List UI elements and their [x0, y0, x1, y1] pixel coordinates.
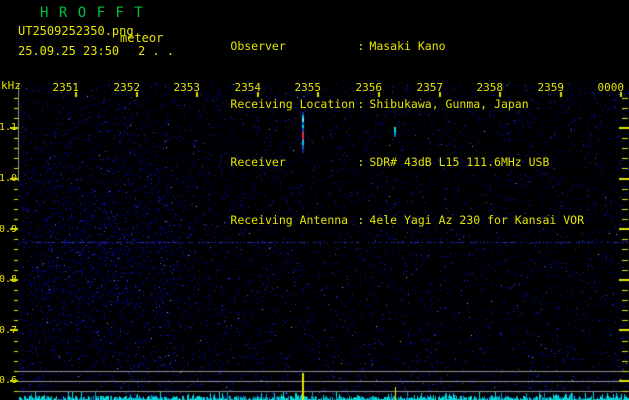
spectrogram-canvas — [0, 0, 629, 400]
hrofft-window: H R O F F T UT2509252350.png meteor 25.0… — [0, 0, 629, 400]
